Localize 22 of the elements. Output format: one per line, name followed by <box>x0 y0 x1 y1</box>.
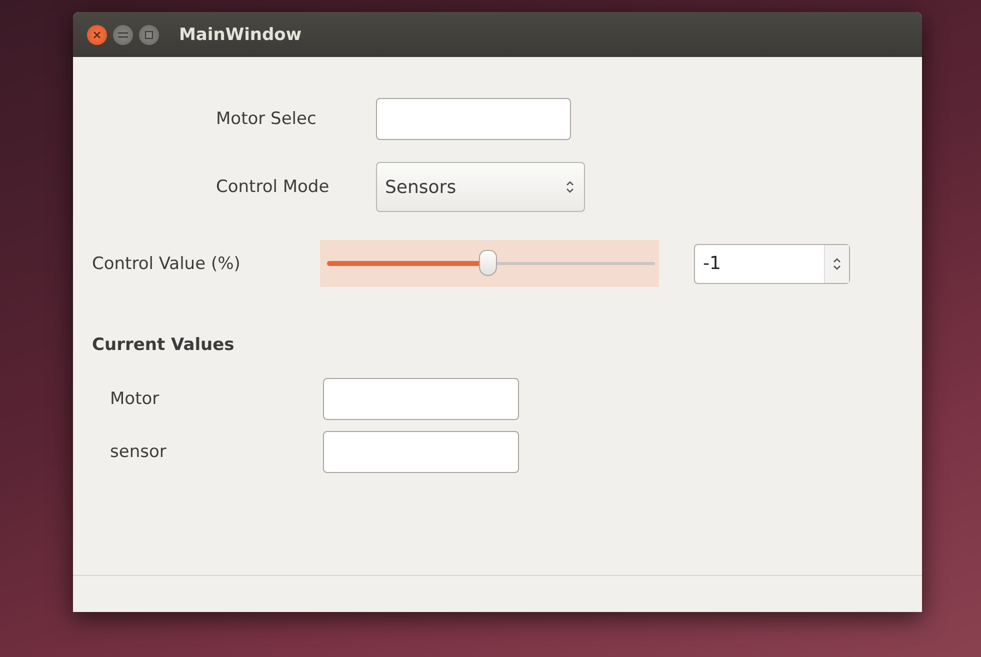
field-label: Motor Selec <box>216 109 318 129</box>
spin-arrows-icon[interactable] <box>833 256 841 270</box>
value-label: sensor <box>110 442 168 462</box>
maximize-button[interactable] <box>139 24 159 44</box>
section-heading: Current Values <box>92 335 234 355</box>
maximize-icon <box>145 30 153 38</box>
field-label: Control Mode <box>216 177 330 197</box>
value-label: Motor <box>110 389 160 409</box>
updown-arrows-icon[interactable] <box>566 180 574 194</box>
close-icon <box>93 30 101 38</box>
window-title: MainWindow <box>179 24 302 44</box>
value-field[interactable] <box>323 431 519 473</box>
control-value-slider[interactable] <box>320 240 659 287</box>
minimize-icon <box>118 32 128 38</box>
slider-handle[interactable] <box>478 250 497 276</box>
motor-select-field[interactable] <box>376 98 571 140</box>
control-value-spinbox[interactable]: -1 <box>694 244 850 284</box>
field-label: Control Value (%) <box>92 254 242 274</box>
close-button[interactable] <box>87 24 107 44</box>
minimize-button[interactable] <box>113 24 133 44</box>
control-mode-combo[interactable]: Sensors <box>376 162 585 212</box>
value-field[interactable] <box>323 378 519 420</box>
